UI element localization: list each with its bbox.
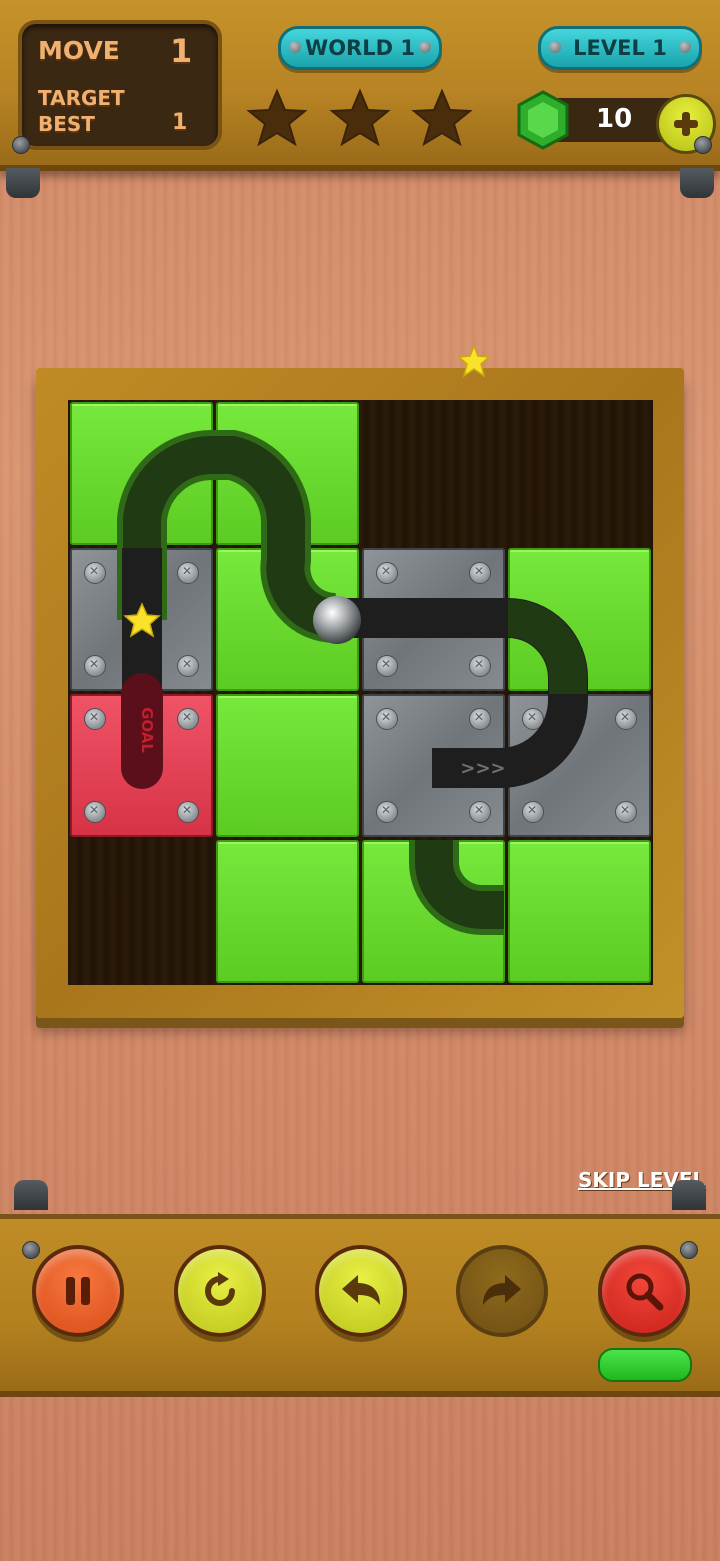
bracket-icon [680, 168, 714, 198]
screw-icon [522, 708, 544, 730]
move-value: 1 [170, 32, 193, 70]
star-empty-icon [246, 88, 308, 147]
screw-icon [84, 562, 106, 584]
pill-rivet-icon [419, 41, 431, 53]
restart-icon [205, 1272, 235, 1306]
move-label: MOVE [38, 36, 120, 65]
screw-icon [177, 655, 199, 677]
redo-button[interactable] [456, 1245, 548, 1337]
pause-button[interactable] [32, 1245, 124, 1337]
undo-button[interactable] [315, 1245, 407, 1337]
tile-metal-start [362, 694, 505, 837]
star-empty-icon [411, 88, 473, 147]
plus-icon [674, 112, 698, 136]
tile-green[interactable] [70, 402, 213, 545]
bracket-icon [672, 1180, 706, 1210]
screw-icon [469, 562, 491, 584]
undo-arrow-icon [342, 1275, 380, 1305]
tile-green[interactable] [216, 840, 359, 983]
screw-icon [376, 708, 398, 730]
restart-button[interactable] [174, 1245, 266, 1337]
stats-panel: MOVE 1 TARGET BEST 1 [18, 20, 222, 150]
target-label: TARGET [38, 86, 125, 110]
star-empty-icon [329, 88, 391, 147]
screw-icon [376, 562, 398, 584]
pill-rivet-icon [679, 41, 691, 53]
pill-rivet-icon [549, 41, 561, 53]
bolt-icon [22, 1241, 40, 1259]
gem-count: 10 [596, 104, 633, 134]
screw-icon [376, 801, 398, 823]
best-value: 1 [172, 110, 188, 135]
screw-icon [177, 801, 199, 823]
screw-icon [177, 708, 199, 730]
screw-icon [469, 801, 491, 823]
screw-icon [615, 708, 637, 730]
screw-icon [376, 655, 398, 677]
screw-icon [522, 801, 544, 823]
top-hud-bar: MOVE 1 TARGET BEST 1 WORLD 1 LEVEL 1 10 [0, 0, 720, 171]
screw-icon [469, 655, 491, 677]
goal-tile [70, 694, 213, 837]
level-label: LEVEL 1 [573, 36, 667, 60]
tile-metal-fixed [362, 548, 505, 691]
screw-icon [84, 801, 106, 823]
screw-icon [84, 655, 106, 677]
tile-green[interactable] [216, 402, 359, 545]
screw-icon [177, 562, 199, 584]
bracket-icon [14, 1180, 48, 1210]
screw-icon [615, 801, 637, 823]
magnifier-icon [626, 1273, 664, 1311]
tile-green[interactable] [216, 548, 359, 691]
tile-green[interactable] [508, 840, 651, 983]
hint-button[interactable] [598, 1245, 690, 1337]
gem-icon [517, 90, 569, 150]
tile-metal-fixed [508, 694, 651, 837]
redo-arrow-icon [483, 1275, 521, 1305]
pause-icon [66, 1277, 90, 1305]
bolt-icon [694, 136, 712, 154]
hint-progress-bar [598, 1348, 692, 1382]
tile-metal-fixed [70, 548, 213, 691]
world-badge: WORLD 1 [278, 26, 442, 70]
bracket-icon [6, 168, 40, 198]
tile-green[interactable] [508, 548, 651, 691]
bolt-icon [12, 136, 30, 154]
tile-green[interactable] [216, 694, 359, 837]
level-badge: LEVEL 1 [538, 26, 702, 70]
tile-green[interactable] [362, 840, 505, 983]
pill-rivet-icon [289, 41, 301, 53]
screw-icon [84, 708, 106, 730]
screw-icon [469, 708, 491, 730]
bolt-icon [680, 1241, 698, 1259]
world-label: WORLD 1 [305, 36, 415, 60]
best-label: BEST [38, 112, 95, 136]
